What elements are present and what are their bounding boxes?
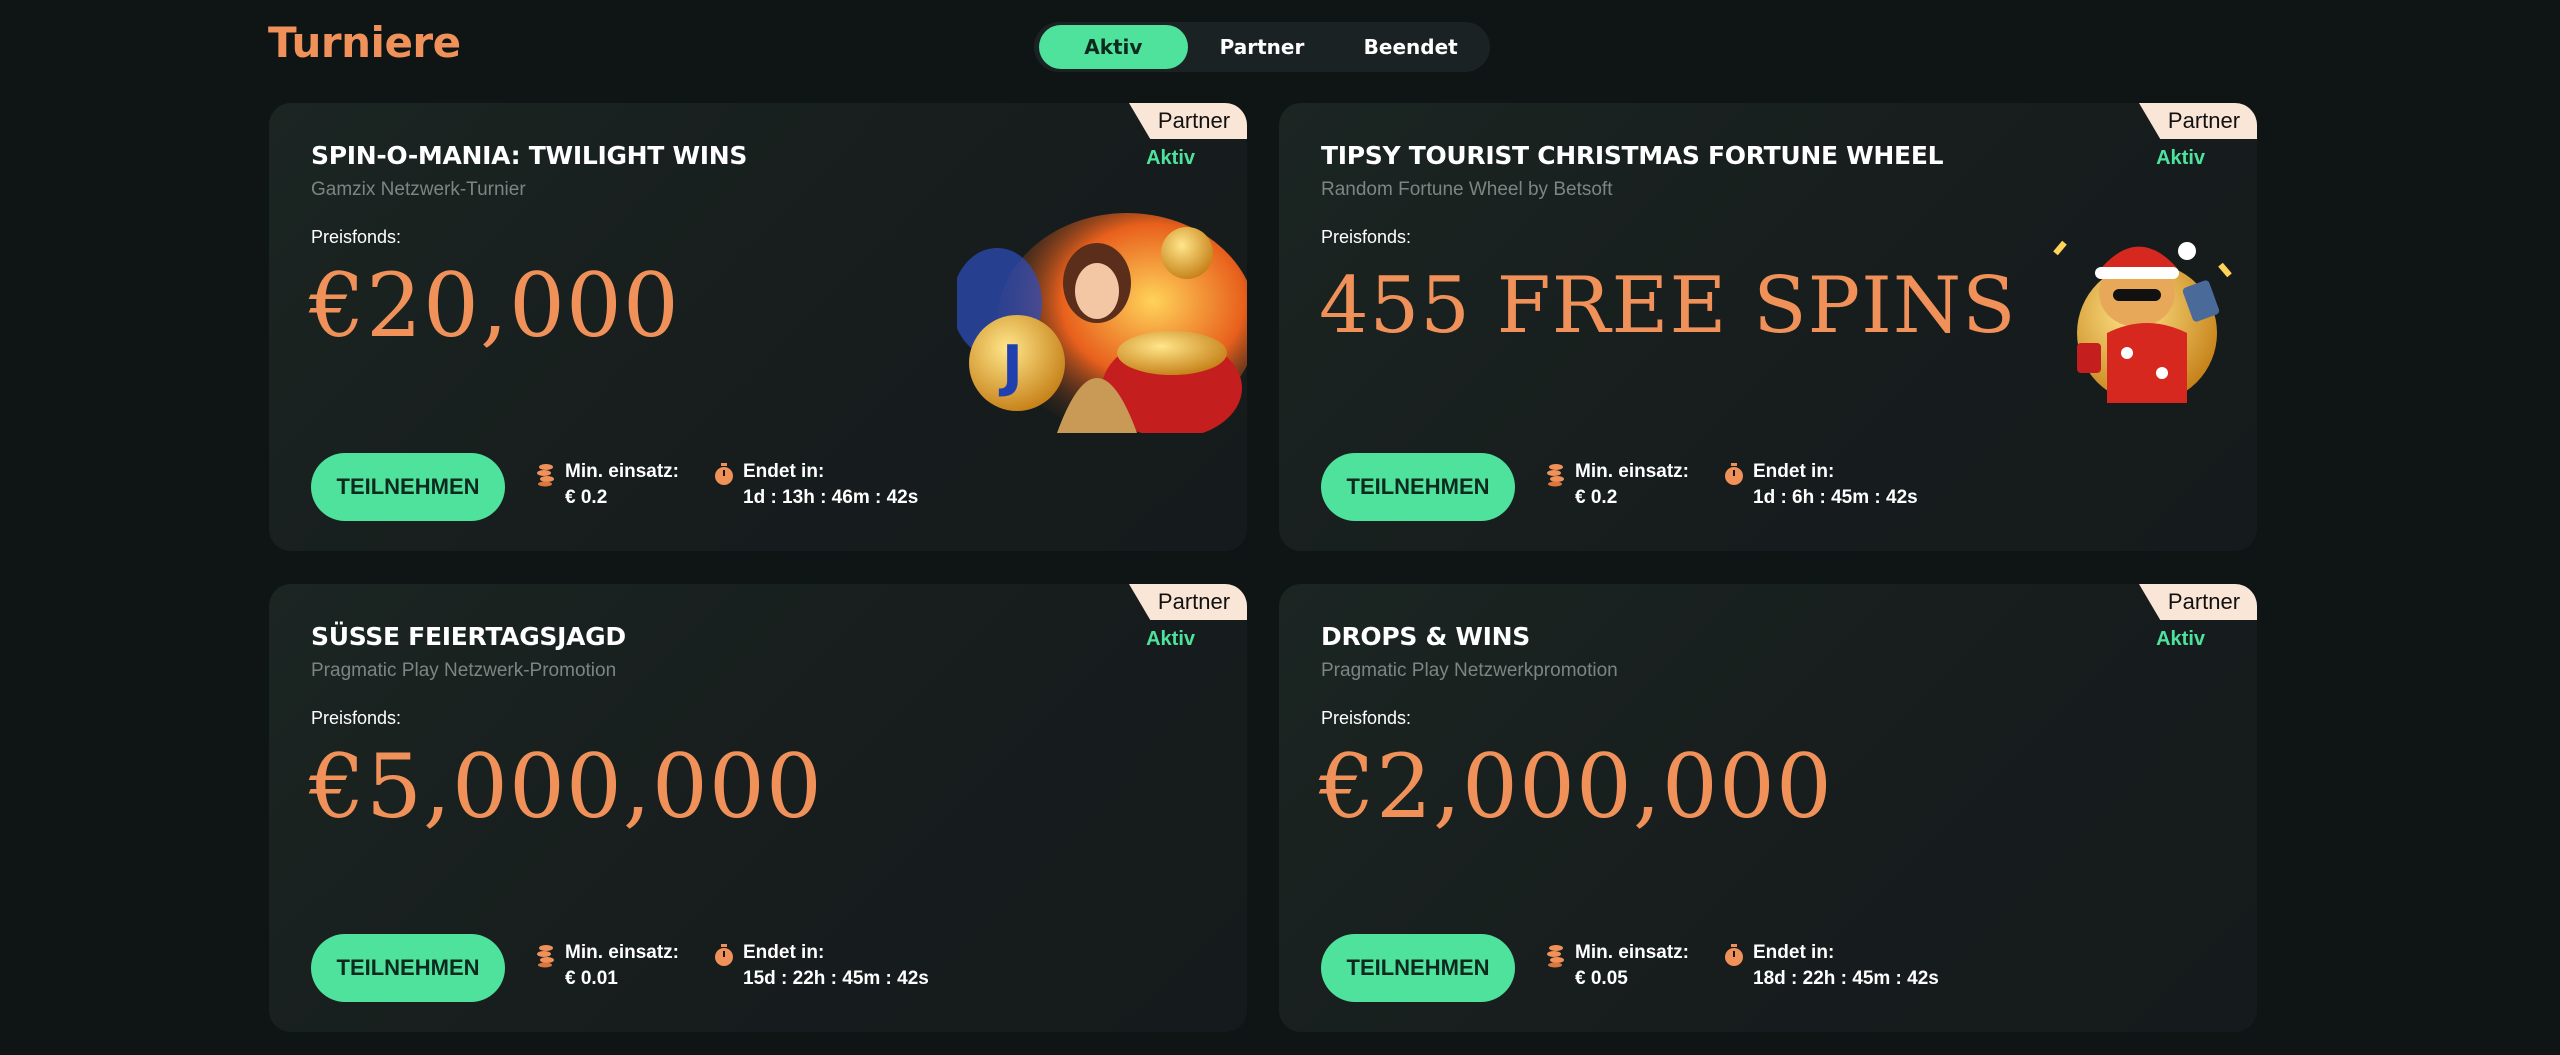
min-stake-label: Min. einsatz:	[1575, 461, 1690, 482]
join-button[interactable]: TEILNEHMEN	[311, 934, 505, 1002]
ends-in: Endet in: 15d : 22h : 45m : 42s	[713, 940, 929, 992]
min-stake: Min. einsatz: € 0.01	[535, 940, 679, 992]
tournament-card-drops-and-wins: Partner DROPS & WINS Pragmatic Play Netz…	[1279, 584, 2257, 1032]
card-subtitle: Pragmatic Play Netzwerk-Promotion	[311, 660, 617, 681]
partner-badge: Partner	[2139, 103, 2257, 139]
ends-in-label: Endet in:	[743, 942, 825, 963]
min-stake-value: € 0.2	[565, 487, 608, 508]
min-stake-value: € 0.2	[1575, 487, 1618, 508]
ends-in-value: 1d : 6h : 45m : 42s	[1753, 487, 1918, 508]
ends-in-label: Endet in:	[1753, 461, 1835, 482]
tournament-tabs: Aktiv Partner Beendet	[1034, 22, 1490, 72]
ends-in: Endet in: 1d : 13h : 46m : 42s	[713, 459, 918, 511]
ends-in-value: 1d : 13h : 46m : 42s	[743, 487, 919, 508]
prize-label: Preisfonds:	[1321, 708, 1412, 728]
prize-label: Preisfonds:	[1321, 227, 1412, 247]
card-subtitle: Gamzix Netzwerk-Turnier	[311, 179, 526, 200]
min-stake: Min. einsatz: € 0.2	[1545, 459, 1689, 511]
min-stake-label: Min. einsatz:	[565, 461, 680, 482]
prize-value: €2,000,000	[1319, 735, 1833, 838]
coins-icon	[537, 945, 554, 968]
status-badge: Aktiv	[1146, 147, 1195, 169]
ends-in: Endet in: 18d : 22h : 45m : 42s	[1723, 940, 1939, 992]
card-subtitle: Random Fortune Wheel by Betsoft	[1321, 179, 1613, 200]
stopwatch-icon	[715, 463, 733, 485]
prize-value: €5,000,000	[309, 735, 823, 838]
card-subtitle: Pragmatic Play Netzwerkpromotion	[1321, 660, 1618, 681]
coins-icon	[1547, 464, 1564, 487]
status-badge: Aktiv	[2156, 628, 2205, 650]
card-title: TIPSY TOURIST CHRISTMAS FORTUNE WHEEL	[1321, 141, 1944, 170]
status-badge: Aktiv	[1146, 628, 1195, 650]
ends-in-label: Endet in:	[743, 461, 825, 482]
ends-in-label: Endet in:	[1753, 942, 1835, 963]
min-stake: Min. einsatz: € 0.05	[1545, 940, 1689, 992]
min-stake-value: € 0.05	[1575, 968, 1628, 989]
prize-value: 455 FREE SPINS	[1319, 261, 2017, 351]
ends-in-value: 15d : 22h : 45m : 42s	[743, 968, 929, 989]
tournament-artwork-image: J	[957, 213, 1247, 433]
prize-label: Preisfonds:	[311, 708, 402, 728]
stopwatch-icon	[715, 944, 733, 966]
page-title: Turniere	[268, 18, 461, 67]
coins-icon	[1547, 945, 1564, 968]
card-title: DROPS & WINS	[1321, 622, 1530, 651]
tournament-artwork-image	[2053, 240, 2232, 403]
ends-in-value: 18d : 22h : 45m : 42s	[1753, 968, 1939, 989]
tournament-card-suesse-feiertagsjagd: Partner SÜSSE FEIERTAGSJAGD Pragmatic Pl…	[269, 584, 1247, 1032]
min-stake: Min. einsatz: € 0.2	[535, 459, 679, 511]
card-title: SPIN-O-MANIA: TWILIGHT WINS	[311, 141, 748, 170]
prize-value: €20,000	[309, 254, 680, 357]
min-stake-label: Min. einsatz:	[565, 942, 680, 963]
join-button[interactable]: TEILNEHMEN	[1321, 453, 1515, 521]
ends-in: Endet in: 1d : 6h : 45m : 42s	[1723, 459, 1918, 511]
tournament-card-tipsy-tourist: Partner TIPSY TOURIST CHRISTMAS FORTUNE …	[1279, 103, 2257, 551]
join-button[interactable]: TEILNEHMEN	[1321, 934, 1515, 1002]
tournament-card-spin-o-mania: J Partner SPIN-O-MANIA: TWILIGHT WINS Ga…	[269, 103, 1247, 551]
status-badge: Aktiv	[2156, 147, 2205, 169]
min-stake-label: Min. einsatz:	[1575, 942, 1690, 963]
coins-icon	[537, 464, 554, 487]
partner-badge: Partner	[2139, 584, 2257, 620]
tab-beendet[interactable]: Beendet	[1336, 25, 1485, 69]
prize-label: Preisfonds:	[311, 227, 402, 247]
partner-badge: Partner	[1129, 103, 1247, 139]
stopwatch-icon	[1725, 463, 1743, 485]
svg-text:J: J	[998, 334, 1023, 399]
join-button[interactable]: TEILNEHMEN	[311, 453, 505, 521]
partner-badge: Partner	[1129, 584, 1247, 620]
min-stake-value: € 0.01	[565, 968, 618, 989]
tab-aktiv[interactable]: Aktiv	[1039, 25, 1188, 69]
stopwatch-icon	[1725, 944, 1743, 966]
tab-partner[interactable]: Partner	[1188, 25, 1337, 69]
card-title: SÜSSE FEIERTAGSJAGD	[311, 622, 626, 651]
